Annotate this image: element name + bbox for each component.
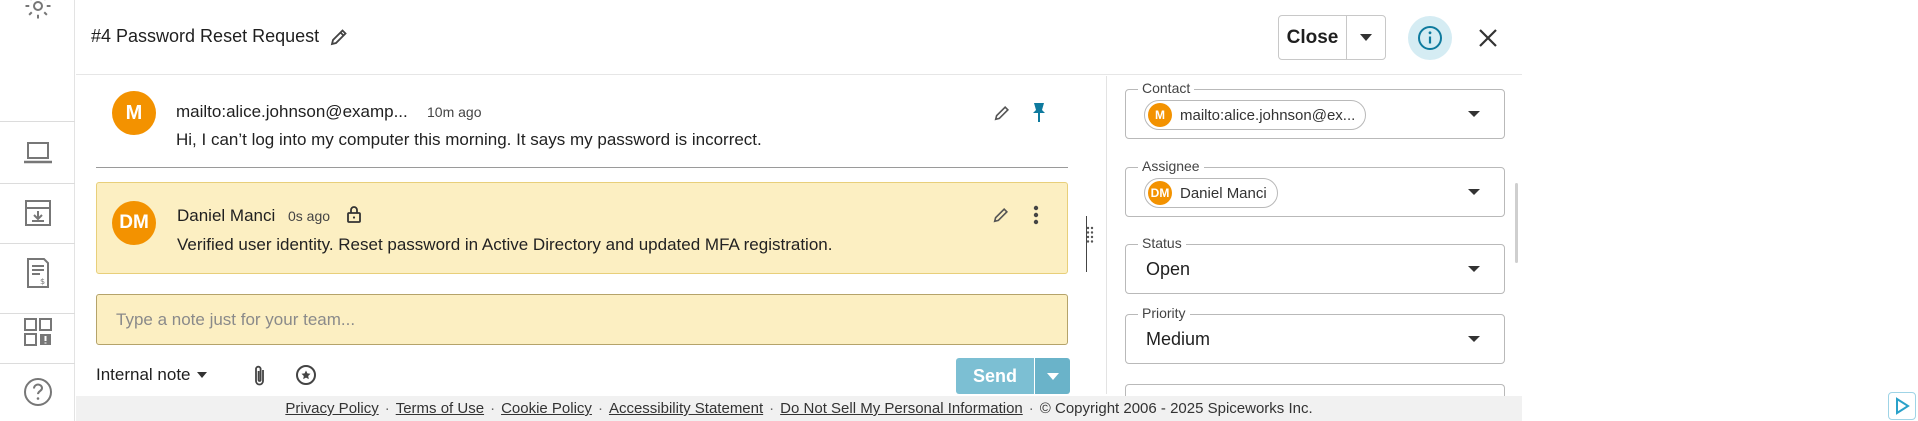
- avatar: DM: [1148, 181, 1172, 205]
- accessibility-statement-link[interactable]: Accessibility Statement: [609, 400, 763, 417]
- close-button[interactable]: Close: [1279, 16, 1347, 59]
- note-input[interactable]: Type a note just for your team...: [96, 294, 1068, 345]
- status-value: Open: [1146, 259, 1191, 279]
- more-options-icon[interactable]: [1026, 202, 1046, 228]
- page-footer: Privacy Policy · Terms of Use · Cookie Polic…: [76, 396, 1522, 421]
- rail-divider: [0, 121, 75, 122]
- chevron-down-icon: [1468, 266, 1480, 272]
- close-options-dropdown[interactable]: [1347, 16, 1385, 59]
- message-item: M mailto:alice.johnson@examp... 10m ago …: [76, 76, 1078, 168]
- contact-chip[interactable]: M mailto:alice.johnson@ex...: [1144, 100, 1367, 130]
- terms-of-use-link[interactable]: Terms of Use: [396, 400, 484, 417]
- do-not-sell-link[interactable]: Do Not Sell My Personal Information: [780, 400, 1023, 417]
- message-text: Hi, I can’t log into my computer this mo…: [176, 130, 762, 149]
- assignee-chip[interactable]: DM Daniel Manci: [1144, 178, 1278, 208]
- chevron-down-icon: [1468, 111, 1480, 117]
- help-icon[interactable]: [18, 372, 58, 412]
- copyright-text: © Copyright 2006 - 2025 Spiceworks Inc.: [1039, 400, 1313, 417]
- cookie-policy-link[interactable]: Cookie Policy: [501, 400, 592, 417]
- dashboard-alert-icon[interactable]: [18, 312, 58, 352]
- send-options-dropdown[interactable]: [1034, 358, 1070, 394]
- resize-handle-icon[interactable]: [1084, 215, 1096, 255]
- lock-icon: [346, 205, 364, 225]
- note-mode-dropdown[interactable]: Internal note: [96, 365, 207, 385]
- send-split-button: Send: [956, 358, 1070, 394]
- contact-chip-text: mailto:alice.johnson@ex...: [1180, 106, 1356, 124]
- adchoices-icon[interactable]: [1888, 392, 1916, 420]
- inbox-download-icon[interactable]: [18, 193, 58, 233]
- edit-title-icon[interactable]: [326, 24, 352, 50]
- internal-note-item: DM Daniel Manci 0s ago Verified user ide…: [96, 182, 1068, 274]
- info-button[interactable]: [1408, 16, 1452, 60]
- send-button[interactable]: Send: [956, 358, 1034, 394]
- status-select[interactable]: Status Open: [1125, 235, 1505, 294]
- priority-select[interactable]: Priority Medium: [1125, 305, 1505, 364]
- priority-label: Priority: [1138, 305, 1190, 321]
- assignee-chip-text: Daniel Manci: [1180, 184, 1267, 202]
- ticket-details-panel: Contact M mailto:alice.johnson@ex... Ass…: [1107, 76, 1521, 414]
- priority-value: Medium: [1146, 329, 1211, 349]
- message-text: Verified user identity. Reset password i…: [177, 235, 833, 254]
- info-icon: [1418, 26, 1442, 50]
- caret-down-icon: [1046, 372, 1059, 380]
- conversation-thread: M mailto:alice.johnson@examp... 10m ago …: [76, 76, 1078, 394]
- laptop-icon[interactable]: [18, 133, 58, 173]
- close-icon: [1479, 29, 1497, 47]
- contact-field[interactable]: Contact M mailto:alice.johnson@ex...: [1125, 80, 1505, 139]
- chevron-down-icon: [1468, 189, 1480, 195]
- note-mode-label: Internal note: [96, 365, 191, 384]
- message-time: 10m ago: [427, 104, 482, 120]
- contact-label: Contact: [1138, 80, 1195, 96]
- rail-divider: [0, 363, 75, 364]
- gear-icon[interactable]: [18, 0, 58, 26]
- avatar: M: [1148, 103, 1172, 127]
- edit-note-icon[interactable]: [988, 202, 1014, 228]
- message-divider: [96, 167, 1068, 168]
- chevron-down-icon: [1468, 336, 1480, 342]
- attachment-icon[interactable]: [250, 364, 274, 390]
- pin-icon[interactable]: [1026, 98, 1052, 126]
- avatar: DM: [112, 201, 156, 245]
- status-label: Status: [1138, 235, 1186, 251]
- left-rail: $: [0, 0, 75, 421]
- rail-divider: [0, 183, 75, 184]
- caret-down-icon: [1360, 34, 1372, 41]
- svg-text:$: $: [40, 277, 45, 286]
- rail-divider: [0, 243, 75, 244]
- assignee-label: Assignee: [1138, 158, 1204, 174]
- message-sender: mailto:alice.johnson@examp...: [176, 102, 408, 121]
- privacy-policy-link[interactable]: Privacy Policy: [285, 400, 378, 417]
- ticket-header: #4 Password Reset Request Close: [76, 0, 1522, 75]
- avatar: M: [112, 91, 156, 135]
- edit-message-icon[interactable]: [989, 100, 1015, 126]
- canned-response-icon[interactable]: [294, 363, 320, 389]
- close-panel-button[interactable]: [1470, 20, 1506, 56]
- close-ticket-split-button: Close: [1278, 15, 1386, 60]
- invoice-icon[interactable]: $: [18, 253, 58, 293]
- message-time: 0s ago: [288, 208, 331, 224]
- assignee-field[interactable]: Assignee DM Daniel Manci: [1125, 158, 1505, 217]
- page-title: #4 Password Reset Request: [91, 26, 320, 46]
- composer-toolbar: Internal note Send: [96, 356, 1070, 394]
- caret-down-icon: [196, 372, 207, 378]
- message-sender: Daniel Manci: [177, 206, 276, 225]
- panel-scrollbar[interactable]: [1515, 183, 1518, 263]
